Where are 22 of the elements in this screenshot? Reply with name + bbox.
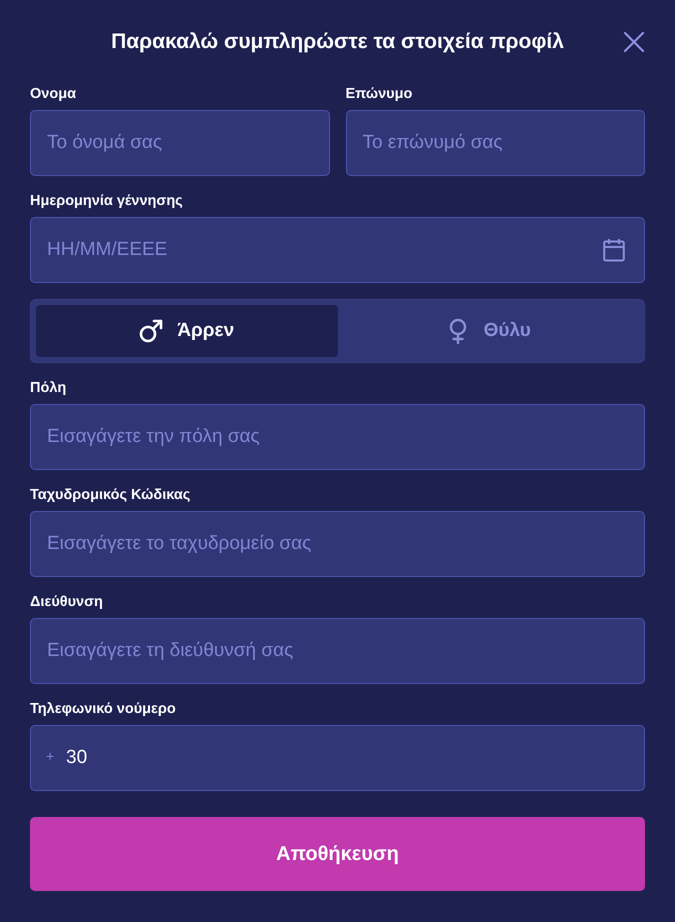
save-button[interactable]: Αποθήκευση (30, 817, 645, 891)
text-input-field[interactable]: Εισαγάγετε το ταχυδρομείο σας (30, 511, 645, 577)
field-label: Ημερομηνία γέννησης (30, 192, 183, 210)
calendar-icon[interactable] (603, 238, 625, 262)
field-label: Ταχυδρομικός Κώδικας (30, 486, 190, 504)
text-input-field[interactable]: Το επώνυμό σας (346, 110, 645, 176)
close-icon (623, 30, 645, 52)
text-input-field[interactable]: Εισαγάγετε την πόλη σας (30, 404, 645, 470)
date-input-field[interactable]: ΗΗ/ΜΜ/ΕΕΕΕ (30, 217, 645, 283)
dialog-title: Παρακαλώ συμπληρώστε τα στοιχεία προφίλ (111, 30, 564, 54)
text-input-field[interactable]: Εισαγάγετε τη διεύθυνσή σας (30, 618, 645, 684)
text-input-field[interactable]: Το όνομά σας (30, 110, 330, 176)
country-code-prefix: + (46, 748, 54, 764)
gender-option[interactable]: Θύλυ (338, 305, 639, 357)
field-label: Διεύθυνση (30, 593, 103, 611)
male-symbol-icon (139, 318, 164, 344)
field-label: Επώνυμο (346, 85, 412, 103)
field-label: Πόλη (30, 379, 66, 397)
field-label: Τηλεφωνικό νούμερο (30, 700, 176, 718)
close-button[interactable] (623, 30, 645, 52)
field-label: Ονομα (30, 85, 76, 103)
gender-option[interactable]: Άρρεν (36, 305, 338, 357)
